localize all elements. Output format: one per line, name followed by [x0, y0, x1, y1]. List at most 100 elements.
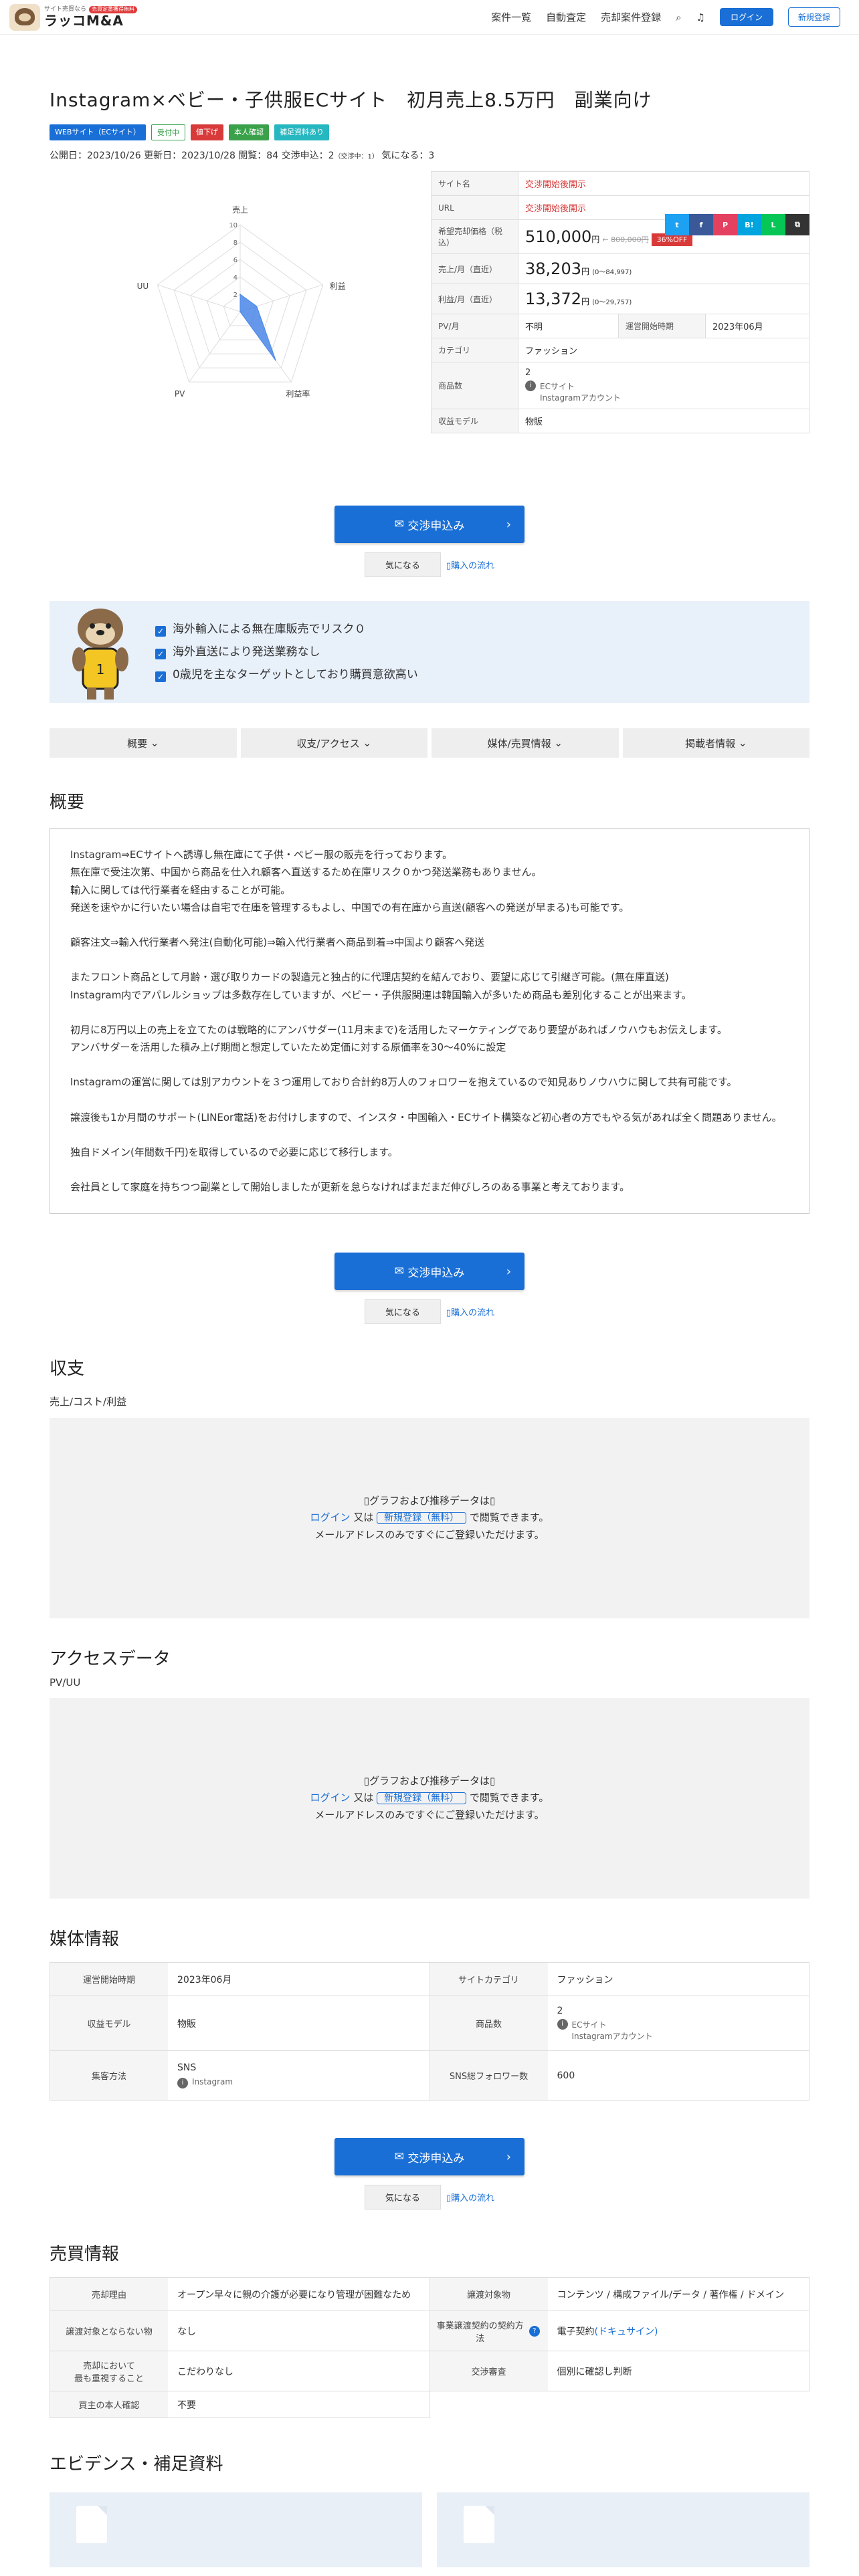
register-link[interactable]: 新規登録（無料）	[377, 1512, 467, 1525]
tag-supplementary: 補足資料あり	[274, 124, 330, 140]
watch-button[interactable]: 気になる	[364, 2185, 441, 2210]
price-value: 510,000	[525, 227, 592, 246]
tab-media-trade[interactable]: 媒体/売買情報 ⌄	[432, 728, 619, 758]
negotiate-button[interactable]: ✉ 交渉申込み ›	[335, 2138, 524, 2176]
category-value: ファッション	[518, 338, 809, 362]
radar-data-area	[240, 294, 276, 361]
sales-unit: 円	[581, 267, 589, 276]
negotiate-button[interactable]: ✉ 交渉申込み ›	[335, 1253, 524, 1291]
overview-paragraph: 譲渡後も1か月間のサポート(LINEor電話)をお付けしますので、インスタ・中国…	[70, 1111, 782, 1123]
negotiate-button[interactable]: ✉ 交渉申込み ›	[335, 506, 524, 543]
trade-value: 個別に確認し判断	[557, 2366, 632, 2377]
radar-axis-label: 利益率	[286, 389, 310, 399]
bell-icon[interactable]: ♫	[696, 11, 705, 23]
search-icon[interactable]: ⌕	[676, 11, 681, 23]
trade-value: オープン早々に親の介護が必要になり管理が困難なため	[177, 2289, 411, 2300]
chart-icon: ▯	[490, 1494, 496, 1507]
media-value: ファッション	[557, 1974, 613, 1985]
purchase-flow-link[interactable]: ▯購入の流れ	[446, 2191, 494, 2204]
line-share-icon[interactable]: L	[761, 214, 785, 235]
purchase-flow-label: 購入の流れ	[451, 2193, 495, 2204]
hatena-share-icon[interactable]: B!	[737, 214, 761, 235]
radar-svg: 10 8 6 4 2 売上利益利益率 PV UU	[137, 205, 346, 399]
login-button[interactable]: ログイン	[719, 8, 773, 26]
product-ec-site: ECサイト	[540, 382, 575, 391]
info-icon: i	[557, 2018, 568, 2030]
nav-auto-appraisal[interactable]: 自動査定	[546, 10, 586, 24]
trade-value: こだわりなし	[177, 2366, 233, 2377]
info-icon: i	[525, 381, 536, 391]
trade-value: 不要	[177, 2399, 196, 2411]
chat-icon: ✉	[394, 1265, 408, 1279]
share-buttons: t f P B! L ⧉	[665, 214, 809, 235]
radar-tick-label: 10	[229, 222, 237, 229]
site-header: サイト売買なら 売買定番獲得無料 ラッコM&A 案件一覧 自動査定 売却案件登録 …	[0, 0, 859, 35]
tab-poster[interactable]: 掲載者情報 ⌄	[622, 728, 809, 758]
trade-key: 交渉審査	[430, 2351, 548, 2391]
watch-button[interactable]: 気になる	[364, 552, 441, 577]
register-link[interactable]: 新規登録（無料）	[377, 1792, 467, 1805]
purchase-flow-label: 購入の流れ	[451, 1308, 495, 1319]
radar-chart: 10 8 6 4 2 売上 利益 利益率 PV UU	[50, 171, 431, 486]
facebook-share-icon[interactable]: f	[689, 214, 713, 235]
tag-category: WEBサイト（ECサイト）	[50, 124, 147, 140]
docusign-link[interactable]: (ドキュサイン)	[595, 2325, 658, 2338]
start-value: 2023年06月	[705, 314, 809, 338]
view-text: で閲覧できます。	[469, 1511, 549, 1524]
svg-text:1: 1	[96, 661, 105, 677]
media-sub: ECサイト	[571, 2020, 607, 2030]
help-icon[interactable]: ?	[529, 2325, 540, 2337]
media-value: SNS	[177, 2062, 197, 2074]
radar-tick-label: 8	[233, 239, 237, 247]
media-key: 収益モデル	[50, 1996, 168, 2051]
tab-label: 媒体/売買情報	[487, 737, 551, 750]
point-item: ✓ 海外輸入による無在庫販売でリスク０	[155, 618, 418, 641]
negotiating-count: （交渉中：1）	[334, 153, 379, 160]
access-sublabel: PV/UU	[50, 1677, 81, 1689]
cta-block-2: ✉ 交渉申込み › 気になる ▯購入の流れ	[50, 1253, 809, 1325]
nav-register-listing[interactable]: 売却案件登録	[601, 10, 661, 24]
overview-heading: 概要	[50, 792, 85, 813]
purchase-flow-link[interactable]: ▯購入の流れ	[446, 1305, 494, 1318]
purchase-flow-link[interactable]: ▯購入の流れ	[446, 558, 494, 571]
chart-icon: ▯	[490, 1774, 496, 1787]
media-key: 集客方法	[50, 2051, 168, 2101]
negotiate-button-label: 交渉申込み	[407, 1266, 465, 1280]
register-button[interactable]: 新規登録	[787, 7, 840, 27]
overview-paragraph: Instagram⇒ECサイトへ誘導し無在庫にて子供・ベビー服の販売を行っており…	[70, 849, 630, 914]
radar-axis	[189, 311, 241, 383]
trade-key: 売却において 最も重視すること	[50, 2351, 168, 2391]
media-sub: Instagramアカウント	[571, 2031, 653, 2041]
info-icon: i	[177, 2078, 188, 2089]
locked-line3: メールアドレスのみですぐにご登録いただけます。	[314, 1529, 545, 1541]
tab-finance-access[interactable]: 収支/アクセス ⌄	[240, 728, 427, 758]
twitter-share-icon[interactable]: t	[665, 214, 689, 235]
nav-listings[interactable]: 案件一覧	[491, 10, 531, 24]
evidence-card[interactable]	[50, 2492, 422, 2568]
tab-label: 概要	[127, 737, 148, 750]
tab-overview[interactable]: 概要 ⌄	[50, 728, 237, 758]
logo[interactable]: サイト売買なら 売買定番獲得無料 ラッコM&A	[9, 3, 138, 31]
radar-axis-label: PV	[175, 389, 185, 399]
trade-value: なし	[177, 2326, 196, 2337]
trade-value: 電子契約	[557, 2326, 595, 2337]
main-nav: 案件一覧 自動査定 売却案件登録 ⌕ ♫ ログイン 新規登録	[491, 7, 840, 27]
watch-button[interactable]: 気になる	[364, 1299, 441, 1325]
login-link[interactable]: ログイン	[310, 1792, 351, 1804]
link-copy-icon[interactable]: ⧉	[785, 214, 809, 235]
evidence-card[interactable]	[437, 2492, 809, 2568]
pv-value: 不明	[518, 314, 619, 338]
login-link[interactable]: ログイン	[310, 1511, 351, 1523]
profit-label: 利益/月（直近）	[431, 284, 518, 314]
trade-key: 売却理由	[50, 2278, 168, 2311]
pocket-share-icon[interactable]: P	[713, 214, 737, 235]
tag-verified: 本人確認	[229, 124, 270, 140]
url-label: URL	[431, 195, 518, 220]
chevron-right-icon: ›	[506, 1264, 511, 1279]
selling-points: 1 ✓ 海外輸入による無在庫販売でリスク０ ✓ 海外直送により発送業務なし ✓ 0歳児…	[50, 601, 809, 703]
logo-otter-icon	[9, 3, 40, 31]
radar-axis-label: 利益	[330, 282, 346, 291]
chevron-right-icon: ›	[506, 2149, 511, 2164]
tag-price-down: 値下げ	[191, 124, 224, 140]
tab-label: 掲載者情報	[685, 737, 736, 750]
